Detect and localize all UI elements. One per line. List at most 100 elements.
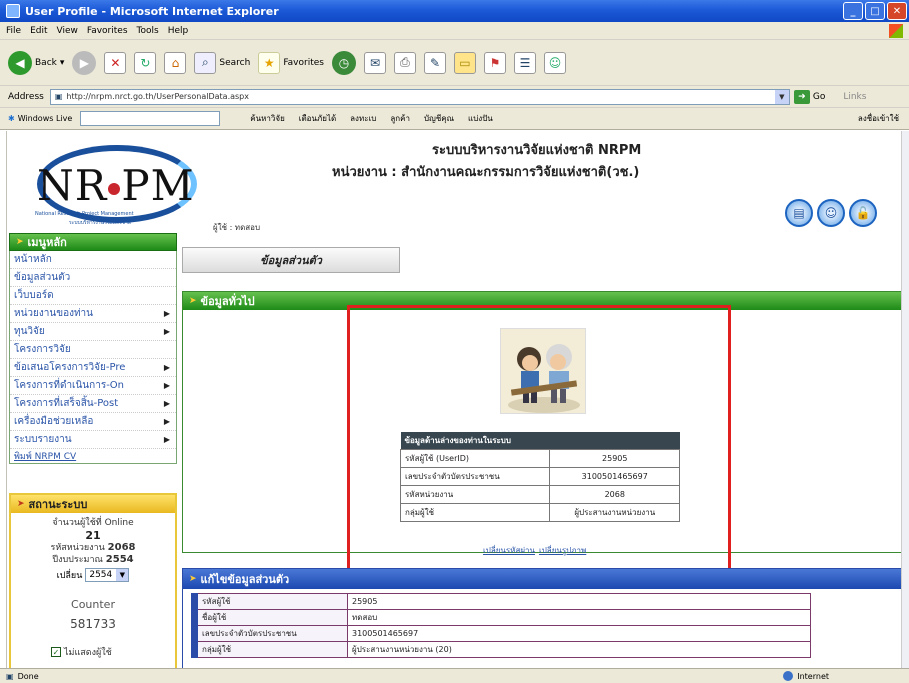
logo-subtitle-thai: ระบบบริหารงานวิจัยแห่งชาติ: [69, 220, 132, 226]
change-photo-link[interactable]: เปลี่ยนรูปภาพ: [539, 544, 586, 557]
table-cell-label: รหัสผู้ใช้ (UserID): [399, 449, 551, 468]
arrow-icon: ➤: [16, 237, 24, 247]
menu-item-tools[interactable]: เครื่องมือช่วยเหลือ ▶: [10, 413, 176, 431]
edit-personal-data-header: ➤ แก้ไขข้อมูลส่วนตัว: [183, 569, 901, 589]
menu-item-pre[interactable]: ข้อเสนอโครงการวิจัย-Pre ▶: [10, 359, 176, 377]
maximize-button[interactable]: □: [865, 2, 885, 20]
mail-icon[interactable]: ✉: [363, 51, 386, 74]
main-menu-header: ➤ เมนูหลัก: [9, 233, 177, 251]
address-bar: Address ▣ http://nrpm.nrct.go.th/UserPer…: [0, 86, 909, 108]
forward-button[interactable]: ▶: [72, 50, 97, 75]
table-cell-value: ผู้ประสานงานหน่วยงาน (20): [347, 641, 811, 658]
menu-view[interactable]: View: [57, 26, 78, 36]
favorites-button[interactable]: ★ Favorites: [258, 51, 324, 74]
folder-icon[interactable]: ▭: [453, 51, 476, 74]
menu-item-home[interactable]: หน้าหลัก: [10, 251, 176, 269]
checkbox[interactable]: ✓: [51, 647, 61, 657]
search-button[interactable]: ⌕ Search: [194, 51, 250, 74]
cartoon-figures-icon: [501, 329, 585, 413]
table-row: ชื่อผู้ใช้ ทดสอบ: [191, 609, 811, 626]
windows-live-search-input[interactable]: [80, 111, 221, 126]
menu-item-projects[interactable]: โครงการวิจัย: [10, 341, 176, 359]
go-arrow-icon: ➜: [793, 89, 810, 104]
table-cell-label: รหัสผู้ใช้: [197, 593, 348, 610]
toolbar: ◀ Back ▾ ▶ ✕ ↻ ⌂ ⌕ Search ★ Favorites ◷ …: [0, 40, 909, 86]
link-item[interactable]: ค้นหาวิจัย: [250, 112, 284, 125]
research-icon[interactable]: ⚑: [483, 51, 506, 74]
menu-item-personal-data[interactable]: ข้อมูลส่วนตัว: [10, 269, 176, 287]
menu-item-agency[interactable]: หน่วยงานของท่าน ▶: [10, 305, 176, 323]
go-button[interactable]: ➜ Go: [793, 89, 825, 104]
link-item[interactable]: แบ่งปัน: [468, 112, 493, 125]
refresh-icon[interactable]: ↻: [134, 51, 157, 74]
history-icon[interactable]: ◷: [331, 50, 356, 75]
table-cell-label: เลขประจำตัวบัตรประชาชน: [399, 467, 551, 486]
sign-in-link[interactable]: ลงชื่อเข้าใช้: [858, 112, 899, 125]
menu-file[interactable]: File: [6, 26, 21, 36]
stop-icon[interactable]: ✕: [104, 51, 127, 74]
vertical-scrollbar[interactable]: [901, 131, 909, 668]
budget-year-value: 2554: [105, 554, 134, 565]
user-info-table: ข้อมูลด้านล่างของท่านในระบบ รหัสผู้ใช้ (…: [399, 432, 680, 522]
links-label[interactable]: Links: [843, 92, 866, 102]
year-select[interactable]: 2554 ▼: [85, 568, 130, 582]
table-row: รหัสผู้ใช้ 25905: [191, 593, 811, 610]
menu-item-webboard[interactable]: เว็บบอร์ด: [10, 287, 176, 305]
personal-data-button[interactable]: ข้อมูลส่วนตัว: [182, 247, 400, 273]
window-title: User Profile - Microsoft Internet Explor…: [25, 4, 279, 18]
home-icon[interactable]: ⌂: [164, 51, 187, 74]
print-cv-link[interactable]: พิมพ์ NRPM CV: [10, 449, 176, 463]
submenu-arrow-icon: ▶: [163, 381, 170, 390]
link-item[interactable]: ลงทะเบ: [350, 112, 376, 125]
edit-icon[interactable]: ✎: [423, 51, 446, 74]
table-cell-label: ชื่อผู้ใช้: [197, 609, 348, 626]
print-icon[interactable]: ▤: [785, 199, 813, 227]
change-password-link[interactable]: เปลี่ยนรหัสผ่าน: [483, 544, 535, 557]
address-label: Address: [8, 91, 44, 102]
menu-item-funding[interactable]: ทุนวิจัย ▶: [10, 323, 176, 341]
close-button[interactable]: ✕: [887, 2, 907, 20]
table-cell-label: กลุ่มผู้ใช้: [399, 503, 551, 522]
link-item[interactable]: เตือนภัยได้: [299, 112, 336, 125]
menu-item-on[interactable]: โครงการที่ดำเนินการ-On ▶: [10, 377, 176, 395]
table-row: รหัสผู้ใช้ (UserID) 25905: [399, 449, 680, 468]
logo-text-pm: PM: [121, 161, 195, 210]
menu-item-post[interactable]: โครงการที่เสร็จสิ้น-Post ▶: [10, 395, 176, 413]
star-icon: ★: [258, 51, 281, 74]
windows-live-label: Windows Live: [17, 114, 73, 123]
submenu-arrow-icon: ▶: [163, 363, 170, 372]
address-input[interactable]: ▣ http://nrpm.nrct.go.th/UserPersonalDat…: [49, 88, 790, 105]
people-icon[interactable]: ☺: [543, 51, 566, 74]
logo-text-nr: NR: [37, 161, 108, 210]
system-title: ระบบบริหารงานวิจัยแห่งชาติ NRPM: [432, 143, 642, 158]
address-dropdown-icon[interactable]: ▼: [774, 89, 789, 104]
logout-lock-icon[interactable]: 🔓: [849, 199, 877, 227]
menu-help[interactable]: Help: [168, 26, 189, 36]
windows-live-icon: ✱: [8, 114, 15, 123]
user-icon[interactable]: ☺: [817, 199, 845, 227]
submenu-arrow-icon: ▶: [163, 327, 170, 336]
table-cell-value: 3100501465697: [347, 625, 811, 642]
link-item[interactable]: ลูกค้า: [390, 112, 410, 125]
messenger-icon[interactable]: ☰: [513, 51, 536, 74]
online-label: จำนวนผู้ใช้ที่ Online: [52, 518, 134, 528]
minimize-button[interactable]: _: [843, 2, 863, 20]
agency-code-label: รหัสหน่วยงาน: [50, 543, 105, 553]
menu-edit[interactable]: Edit: [30, 26, 47, 36]
link-item[interactable]: บัญชีคุณ: [424, 112, 454, 125]
year-select-label: เปลี่ยน: [56, 571, 83, 581]
back-button[interactable]: ◀ Back ▾: [8, 50, 64, 75]
menu-item-reports[interactable]: ระบบรายงาน ▶: [10, 431, 176, 449]
page-icon: ▣: [54, 92, 63, 101]
online-count: 21: [85, 529, 101, 542]
submenu-arrow-icon: ▶: [163, 399, 170, 408]
hide-user-checkbox-row[interactable]: ✓ ไม่แสดงผู้ใช้: [51, 645, 175, 659]
menu-tools[interactable]: Tools: [137, 26, 159, 36]
links-bar: ✱ Windows Live ค้นหาวิจัย เตือนภัยได้ ลง…: [0, 108, 909, 130]
print-icon[interactable]: ⎙: [393, 51, 416, 74]
system-status-header: ➤ สถานะระบบ: [11, 495, 175, 513]
menu-favorites[interactable]: Favorites: [87, 26, 128, 36]
general-info-header: ➤ ข้อมูลทั่วไป: [183, 292, 901, 310]
window-titlebar: User Profile - Microsoft Internet Explor…: [0, 0, 909, 22]
globe-icon: [783, 671, 794, 681]
